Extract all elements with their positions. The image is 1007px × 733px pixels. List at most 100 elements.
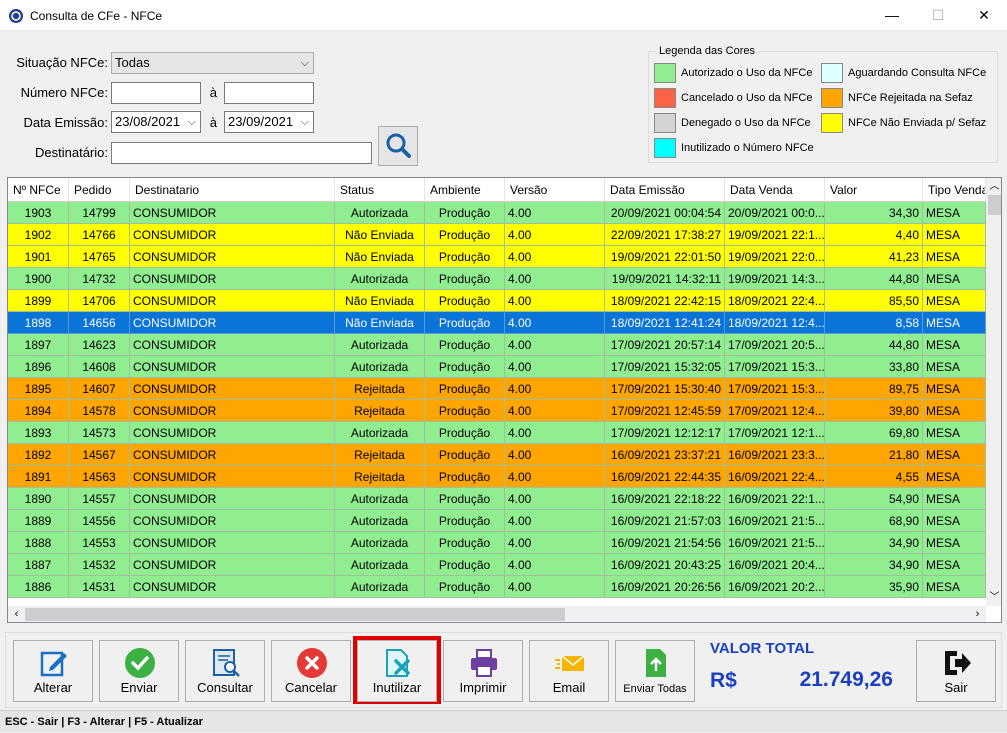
table-cell-emissao: 17/09/2021 15:30:40 [605, 378, 725, 400]
maximize-button[interactable]: ☐ [915, 0, 961, 31]
legend-swatch [654, 113, 676, 133]
table-cell-tipo: MESA [923, 312, 986, 334]
table-cell-emissao: 18/09/2021 22:42:15 [605, 290, 725, 312]
numero-label: Número NFCe: [20, 85, 108, 100]
table-cell-dest: CONSUMIDOR [130, 532, 335, 554]
table-cell-dest: CONSUMIDOR [130, 224, 335, 246]
table-cell-amb: Produção [425, 422, 505, 444]
table-cell-venda: 17/09/2021 20:5... [725, 334, 825, 356]
table-row[interactable]: 1895 14607 CONSUMIDOR Rejeitada Produção 4.00… [8, 378, 986, 400]
column-header[interactable]: Versão [505, 178, 605, 202]
table-row[interactable]: 1890 14557 CONSUMIDOR Autorizada Produção 4.0… [8, 488, 986, 510]
inutilizar-button[interactable]: Inutilizar [357, 640, 437, 702]
enviar-button[interactable]: Enviar [99, 640, 179, 702]
table-cell-dest: CONSUMIDOR [130, 510, 335, 532]
table-cell-valor: 44,80 [825, 268, 923, 290]
scroll-right-icon[interactable]: › [969, 606, 986, 622]
imprimir-button[interactable]: Imprimir [443, 640, 523, 702]
destinatario-label: Destinatário: [35, 145, 108, 160]
table-cell-venda: 17/09/2021 12:4... [725, 400, 825, 422]
table-cell-valor: 89,75 [825, 378, 923, 400]
legend-swatch [654, 138, 676, 158]
table-cell-valor: 21,80 [825, 444, 923, 466]
column-header[interactable]: Valor [825, 178, 923, 202]
table-row[interactable]: 1892 14567 CONSUMIDOR Rejeitada Produção 4.00… [8, 444, 986, 466]
table-cell-tipo: MESA [923, 268, 986, 290]
table-cell-nfce: 1886 [8, 576, 69, 598]
column-header[interactable]: Pedido [69, 178, 130, 202]
table-cell-valor: 35,90 [825, 576, 923, 598]
column-header[interactable]: Nº NFCe [8, 178, 69, 202]
table-row[interactable]: 1902 14766 CONSUMIDOR Não Enviada Produção 4.… [8, 224, 986, 246]
table-row[interactable]: 1898 14656 CONSUMIDOR Não Enviada Produção 4.… [8, 312, 986, 334]
table-row[interactable]: 1896 14608 CONSUMIDOR Autorizada Produção 4.0… [8, 356, 986, 378]
table-row[interactable]: 1891 14563 CONSUMIDOR Rejeitada Produção 4.00… [8, 466, 986, 488]
data-from-picker[interactable]: 23/08/2021 ⌵ [111, 111, 201, 133]
table-cell-amb: Produção [425, 290, 505, 312]
data-emissao-label: Data Emissão: [23, 115, 108, 130]
table-row[interactable]: 1887 14532 CONSUMIDOR Autorizada Produção 4.0… [8, 554, 986, 576]
check-circle-icon [125, 648, 155, 678]
enviar-todas-button[interactable]: Enviar Todas [615, 640, 695, 702]
minimize-button[interactable]: — [869, 0, 915, 31]
consultar-button[interactable]: Consultar [185, 640, 265, 702]
numero-to-input[interactable] [224, 82, 314, 104]
table-row[interactable]: 1903 14799 CONSUMIDOR Autorizada Produção 4.0… [8, 202, 986, 224]
table-row[interactable]: 1888 14553 CONSUMIDOR Autorizada Produção 4.0… [8, 532, 986, 554]
table-cell-venda: 19/09/2021 14:3... [725, 268, 825, 290]
scroll-down-icon[interactable]: ﹀ [986, 589, 1001, 606]
cancelar-button[interactable]: Cancelar [271, 640, 351, 702]
table-cell-venda: 18/09/2021 12:4... [725, 312, 825, 334]
numero-from-input[interactable] [111, 82, 201, 104]
table-cell-venda: 16/09/2021 21:5... [725, 510, 825, 532]
sair-button[interactable]: Sair [916, 640, 996, 702]
table-cell-venda: 20/09/2021 00:0... [725, 202, 825, 224]
table-cell-amb: Produção [425, 532, 505, 554]
situacao-select[interactable]: Todas ⌵ [111, 52, 314, 74]
alterar-button[interactable]: Alterar [13, 640, 93, 702]
scroll-left-icon[interactable]: ‹ [8, 606, 25, 622]
nfce-table[interactable]: Nº NFCe Pedido Destinatario Status Ambiente V… [7, 177, 1002, 623]
column-header[interactable]: Tipo Venda [923, 178, 986, 202]
table-cell-ver: 4.00 [505, 378, 605, 400]
table-cell-ver: 4.00 [505, 224, 605, 246]
column-header[interactable]: Destinatario [130, 178, 335, 202]
table-cell-pedido: 14607 [69, 378, 130, 400]
table-row[interactable]: 1900 14732 CONSUMIDOR Autorizada Produção 4.0… [8, 268, 986, 290]
column-header[interactable]: Data Emissão [605, 178, 725, 202]
scroll-up-icon[interactable]: ︿ [986, 178, 1001, 195]
table-cell-nfce: 1891 [8, 466, 69, 488]
table-cell-valor: 33,80 [825, 356, 923, 378]
close-button[interactable]: ✕ [961, 0, 1007, 31]
table-row[interactable]: 1901 14765 CONSUMIDOR Não Enviada Produção 4.… [8, 246, 986, 268]
table-cell-valor: 34,30 [825, 202, 923, 224]
destinatario-input[interactable] [111, 142, 372, 164]
column-header[interactable]: Status [335, 178, 425, 202]
horizontal-scrollbar[interactable]: ‹ › [8, 606, 986, 622]
table-cell-tipo: MESA [923, 378, 986, 400]
table-cell-ver: 4.00 [505, 466, 605, 488]
table-cell-status: Autorizada [335, 202, 425, 224]
table-row[interactable]: 1899 14706 CONSUMIDOR Não Enviada Produção 4.… [8, 290, 986, 312]
email-button[interactable]: Email [529, 640, 609, 702]
table-cell-pedido: 14765 [69, 246, 130, 268]
table-row[interactable]: 1897 14623 CONSUMIDOR Autorizada Produção 4.0… [8, 334, 986, 356]
table-cell-amb: Produção [425, 334, 505, 356]
enviar-todas-label: Enviar Todas [623, 683, 687, 695]
table-cell-dest: CONSUMIDOR [130, 378, 335, 400]
horizontal-scroll-thumb[interactable] [25, 608, 565, 621]
table-row[interactable]: 1889 14556 CONSUMIDOR Autorizada Produção 4.0… [8, 510, 986, 532]
data-to-picker[interactable]: 23/09/2021 ⌵ [224, 111, 314, 133]
valor-total-label: VALOR TOTAL [710, 640, 815, 657]
column-header[interactable]: Data Venda [725, 178, 825, 202]
table-cell-emissao: 16/09/2021 22:18:22 [605, 488, 725, 510]
data-from-value: 23/08/2021 [115, 114, 181, 129]
search-button[interactable] [378, 126, 418, 166]
vertical-scrollbar[interactable]: ︿ ﹀ [986, 178, 1001, 606]
table-row[interactable]: 1893 14573 CONSUMIDOR Autorizada Produção 4.0… [8, 422, 986, 444]
table-row[interactable]: 1894 14578 CONSUMIDOR Rejeitada Produção 4.00… [8, 400, 986, 422]
column-header[interactable]: Ambiente [425, 178, 505, 202]
vertical-scroll-thumb[interactable] [988, 195, 1001, 215]
table-row[interactable]: 1886 14531 CONSUMIDOR Autorizada Produção 4.0… [8, 576, 986, 598]
legend-item-label: NFCe Rejeitada na Sefaz [848, 92, 973, 104]
